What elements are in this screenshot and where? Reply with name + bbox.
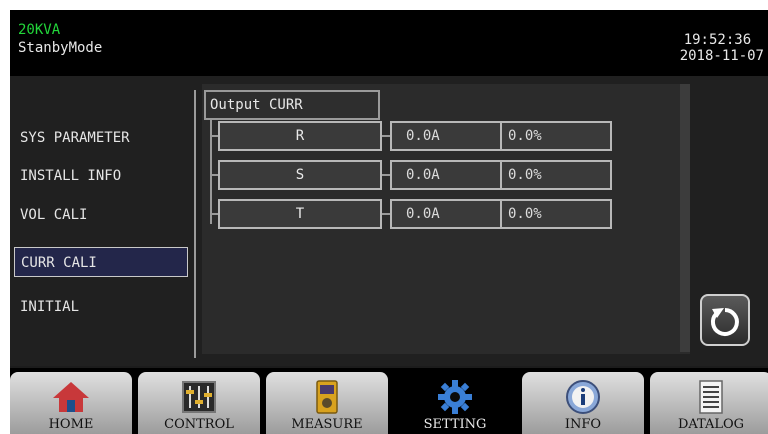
nav-control-label: CONTROL bbox=[164, 417, 234, 432]
phase-r-button[interactable]: R bbox=[218, 121, 382, 151]
nav-datalog-button[interactable]: DATALOG bbox=[650, 372, 768, 434]
percent-s-value[interactable]: 0.0% bbox=[500, 160, 612, 190]
menu-item-install-info[interactable]: INSTALL INFO bbox=[18, 161, 186, 191]
log-icon bbox=[699, 380, 723, 414]
panel-title: Output CURR bbox=[204, 90, 380, 120]
nav-info-label: INFO bbox=[564, 417, 602, 432]
gear-icon bbox=[438, 380, 472, 414]
phase-t-button[interactable]: T bbox=[218, 199, 382, 229]
current-r-value[interactable]: 0.0A bbox=[390, 121, 502, 151]
refresh-icon bbox=[710, 308, 739, 336]
menu-item-initial[interactable]: INITIAL bbox=[18, 292, 186, 322]
menu-item-vol-cali[interactable]: VOL CALI bbox=[18, 200, 186, 230]
current-t-value[interactable]: 0.0A bbox=[390, 199, 502, 229]
nav-control-button[interactable]: CONTROL bbox=[138, 372, 260, 434]
time-label: 19:52:36 bbox=[683, 32, 752, 48]
menu-divider bbox=[194, 90, 196, 358]
info-icon bbox=[566, 380, 600, 414]
menu-item-curr-cali[interactable]: CURR CALI bbox=[14, 247, 188, 277]
model-label: 20KVA bbox=[18, 22, 61, 38]
tree-branch bbox=[382, 174, 390, 176]
tree-branch bbox=[210, 213, 218, 215]
nav-setting-button[interactable]: SETTING bbox=[394, 372, 516, 434]
tree-branch bbox=[210, 174, 218, 176]
current-s-value[interactable]: 0.0A bbox=[390, 160, 502, 190]
nav-measure-label: MEASURE bbox=[291, 417, 363, 432]
nav-home-label: HOME bbox=[48, 417, 94, 432]
bottom-nav: HOME CONTROL MEASURE SETTING INFO DATALO… bbox=[10, 368, 768, 434]
menu-item-sys-parameter[interactable]: SYS PARAMETER bbox=[18, 123, 186, 153]
sliders-icon bbox=[182, 381, 216, 413]
nav-setting-label: SETTING bbox=[423, 417, 487, 432]
date-label: 2018-11-07 bbox=[679, 48, 764, 64]
tree-branch bbox=[382, 135, 390, 137]
home-icon bbox=[53, 382, 89, 412]
tree-branch bbox=[382, 213, 390, 215]
percent-r-value[interactable]: 0.0% bbox=[500, 121, 612, 151]
percent-t-value[interactable]: 0.0% bbox=[500, 199, 612, 229]
nav-measure-button[interactable]: MEASURE bbox=[266, 372, 388, 434]
nav-info-button[interactable]: INFO bbox=[522, 372, 644, 434]
nav-home-button[interactable]: HOME bbox=[10, 372, 132, 434]
nav-datalog-label: DATALOG bbox=[677, 417, 745, 432]
panel-scrollbar[interactable] bbox=[680, 84, 690, 352]
tree-branch bbox=[210, 135, 218, 137]
phase-s-button[interactable]: S bbox=[218, 160, 382, 190]
status-header: 20KVA StanbyMode 19:52:36 2018-11-07 bbox=[10, 10, 768, 76]
clock: 19:52:36 2018-11-07 bbox=[680, 32, 764, 64]
ups-screen: 20KVA StanbyMode 19:52:36 2018-11-07 SYS… bbox=[10, 10, 768, 434]
meter-icon bbox=[316, 380, 338, 414]
back-button[interactable] bbox=[700, 294, 750, 346]
mode-label: StanbyMode bbox=[18, 40, 103, 56]
